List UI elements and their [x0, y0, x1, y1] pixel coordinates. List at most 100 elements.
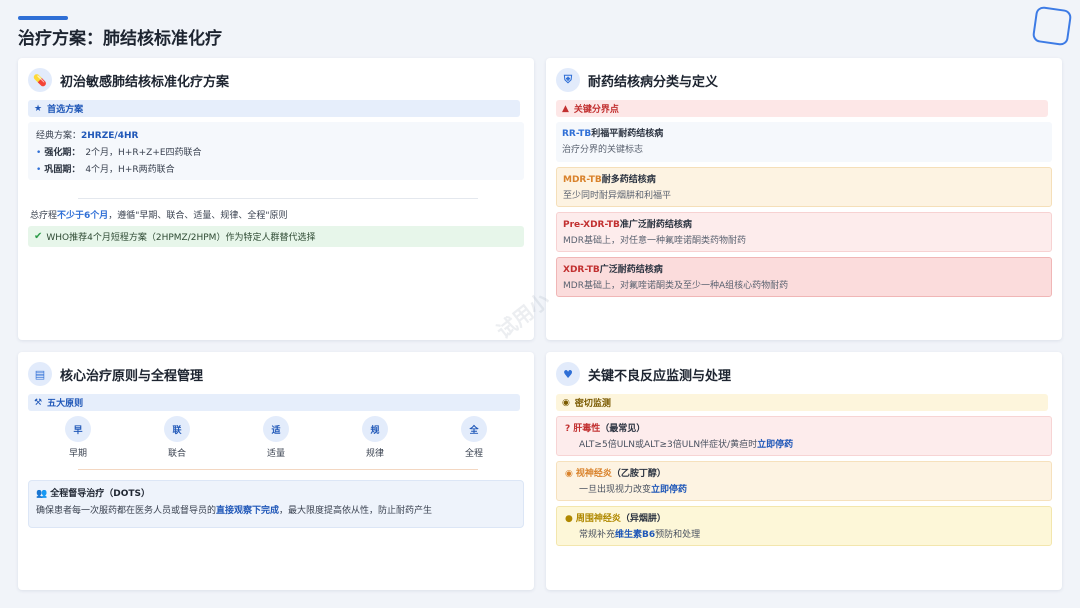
principle-badge: 规	[362, 416, 388, 442]
hammer-icon: ⚒	[34, 397, 43, 408]
logo-icon	[1031, 5, 1073, 47]
def-desc: 至少同时耐异烟肼和利福平	[563, 191, 672, 201]
dots-title: 全程督导治疗（DOTS）	[50, 489, 150, 499]
principle-item: 联 联合	[157, 416, 197, 460]
card-header: ▤ 核心治疗原则与全程管理	[28, 362, 203, 386]
divider	[78, 198, 478, 199]
principle-badge: 联	[164, 416, 190, 442]
adverse-item-peripheral-neuritis: ● 周围神经炎（异烟肼） 常规补充维生素B6预防和处理	[556, 506, 1052, 546]
principle-item: 规 规律	[355, 416, 395, 460]
principle-label: 早期	[68, 449, 87, 459]
phase-label: 强化期：	[44, 148, 81, 158]
ae-name: 周围神经炎	[575, 514, 621, 524]
scheme-label: 经典方案：	[36, 131, 82, 141]
phase-text: 2个月，H+R+Z+E四药联合	[85, 148, 202, 158]
ae-desc: 一旦出现视力改变	[579, 485, 652, 495]
ae-desc: 常规补充	[579, 530, 616, 540]
strip-label: 密切监测	[574, 399, 611, 409]
def-name: 耐多药结核病	[601, 175, 656, 185]
definition-item-pre-xdr-tb: Pre-XDR-TB准广泛耐药结核病 MDR基础上，对任意一种氟喹诺酮类药物耐药	[556, 212, 1052, 252]
course-text: ，遵循"早期、联合、适量、规律、全程"原则	[108, 211, 288, 221]
def-desc: MDR基础上，对氟喹诺酮类及至少一种A组核心药物耐药	[563, 281, 789, 291]
drug-resistance-card: ⛨ 耐药结核病分类与定义 ▲ 关键分界点 RR-TB利福平耐药结核病 治疗分界的…	[546, 58, 1062, 340]
principle-label: 全程	[464, 449, 483, 459]
dots-text: 确保患者每一次服药都在医务人员或督导员的	[36, 506, 217, 516]
card-header: ♥ 关键不良反应监测与处理	[556, 362, 731, 386]
card-title: 初治敏感肺结核标准化疗方案	[60, 74, 230, 90]
heart-pulse-icon: ♥	[556, 362, 580, 386]
standard-regimen-card: 💊 初治敏感肺结核标准化疗方案 ★ 首选方案 经典方案：2HRZE/4HR • 强…	[18, 58, 534, 340]
ae-highlight: 维生素B6	[615, 530, 656, 540]
card-title: 核心治疗原则与全程管理	[60, 368, 204, 384]
eye-icon: ◉	[565, 469, 573, 479]
key-threshold-strip: ▲ 关键分界点	[556, 100, 1048, 117]
ae-highlight: 立即停药	[651, 485, 688, 495]
dots-box: 👥 全程督导治疗（DOTS） 确保患者每一次服药都在医务人员或督导员的直接观察下完…	[28, 480, 524, 528]
eye-icon: ◉	[562, 397, 570, 408]
def-name: 准广泛耐药结核病	[619, 220, 692, 230]
def-code: RR-TB	[562, 129, 592, 139]
card-title: 关键不良反应监测与处理	[588, 368, 732, 384]
principle-badge: 早	[65, 416, 91, 442]
ae-note: （乙胺丁醇）	[611, 469, 666, 479]
principle-badge: 适	[263, 416, 289, 442]
bullet-icon: •	[36, 148, 42, 158]
page-title: 治疗方案：肺结核标准化疗	[18, 29, 222, 49]
adverse-item-optic-neuritis: ◉ 视神经炎（乙胺丁醇） 一旦出现视力改变立即停药	[556, 461, 1052, 501]
strip-label: 首选方案	[47, 105, 84, 115]
user-group-icon: 👥	[36, 489, 48, 499]
pills-icon: 💊	[28, 68, 52, 92]
ae-name: 视神经炎	[575, 469, 612, 479]
dots-highlight: 直接观察下完成	[216, 506, 280, 516]
course-text: 总疗程	[30, 211, 58, 221]
five-principles-strip: ⚒ 五大原则	[28, 394, 520, 411]
def-code: MDR-TB	[563, 175, 602, 185]
phase-label: 巩固期：	[44, 165, 81, 175]
def-code: XDR-TB	[563, 265, 600, 275]
def-desc: MDR基础上，对任意一种氟喹诺酮类药物耐药	[563, 236, 746, 246]
who-recommendation: ✔ WHO推荐4个月短程方案（2HPMZ/2HPM）作为特定人群替代选择	[28, 226, 524, 247]
title-accent-bar	[18, 16, 68, 20]
dots-text: ，最大限度提高依从性，防止耐药产生	[279, 506, 433, 516]
ae-note: （最常见）	[600, 424, 646, 434]
ae-desc: 预防和处理	[655, 530, 701, 540]
principle-item: 早 早期	[58, 416, 98, 460]
principle-label: 适量	[266, 449, 285, 459]
card-header: 💊 初治敏感肺结核标准化疗方案	[28, 68, 229, 92]
ae-desc: ALT≥5倍ULN或ALT≥3倍ULN伴症状/黄疸时	[579, 440, 758, 450]
principle-label: 联合	[167, 449, 186, 459]
phase-text: 4个月，H+R两药联合	[85, 165, 175, 175]
def-code: Pre-XDR-TB	[563, 220, 620, 230]
principle-badge: 全	[461, 416, 487, 442]
def-name: 利福平耐药结核病	[591, 129, 664, 139]
brain-icon: ●	[565, 514, 573, 524]
question-circle-icon: ?	[565, 424, 571, 434]
principles-row: 早 早期 联 联合 适 适量 规 规律 全 全程	[28, 416, 524, 460]
preferred-regimen-strip: ★ 首选方案	[28, 100, 520, 117]
strip-label: 五大原则	[47, 399, 84, 409]
course-highlight: 不少于6个月	[57, 211, 109, 221]
shield-icon: ⛨	[556, 68, 580, 92]
definition-item-xdr-tb: XDR-TB广泛耐药结核病 MDR基础上，对氟喹诺酮类及至少一种A组核心药物耐药	[556, 257, 1052, 297]
warning-icon: ▲	[562, 103, 569, 114]
definition-item-mdr-tb: MDR-TB耐多药结核病 至少同时耐异烟肼和利福平	[556, 167, 1052, 207]
ae-note: （异烟肼）	[620, 514, 666, 524]
def-name: 广泛耐药结核病	[599, 265, 663, 275]
card-header: ⛨ 耐药结核病分类与定义	[556, 68, 718, 92]
card-title: 耐药结核病分类与定义	[588, 74, 719, 90]
scheme-box: 经典方案：2HRZE/4HR • 强化期： 2个月，H+R+Z+E四药联合 • 巩固期…	[28, 122, 524, 180]
check-circle-icon: ✔	[34, 231, 43, 242]
core-principles-card: ▤ 核心治疗原则与全程管理 ⚒ 五大原则 早 早期 联 联合 适 适量 规 规律…	[18, 352, 534, 590]
scheme-value: 2HRZE/4HR	[81, 131, 139, 141]
course-line: 总疗程不少于6个月，遵循"早期、联合、适量、规律、全程"原则	[30, 208, 288, 221]
star-icon: ★	[34, 103, 43, 114]
ae-highlight: 立即停药	[757, 440, 794, 450]
divider	[78, 469, 478, 470]
strip-label: 关键分界点	[573, 105, 619, 115]
ae-name: 肝毒性	[573, 424, 601, 434]
definition-item-rr-tb: RR-TB利福平耐药结核病 治疗分界的关键标志	[556, 122, 1052, 162]
adverse-item-hepatotoxicity: ? 肝毒性（最常见） ALT≥5倍ULN或ALT≥3倍ULN伴症状/黄疸时立即停药	[556, 416, 1052, 456]
principle-label: 规律	[365, 449, 384, 459]
def-desc: 治疗分界的关键标志	[562, 145, 644, 155]
who-text: WHO推荐4个月短程方案（2HPMZ/2HPM）作为特定人群替代选择	[46, 233, 316, 243]
